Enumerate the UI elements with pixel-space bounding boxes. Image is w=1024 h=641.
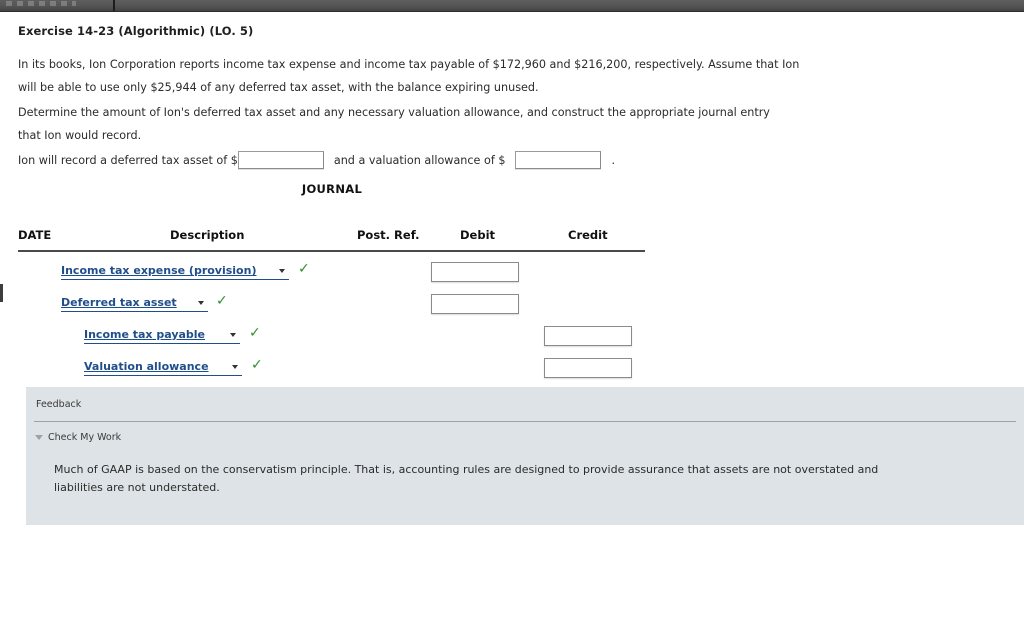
- page-title: Exercise 14-23 (Algorithmic) (LO. 5): [18, 24, 254, 38]
- answer-line-text-after: .: [611, 153, 615, 167]
- journal-heading: JOURNAL: [301, 182, 363, 196]
- column-header-debit: Debit: [460, 228, 496, 242]
- answer-line-text-before: Ion will record a deferred tax asset of …: [18, 153, 238, 167]
- debit-input-row-2[interactable]: [431, 294, 519, 314]
- feedback-panel: Feedback Check My Work Much of GAAP is b…: [26, 387, 1024, 525]
- account-select-wrapper: Income tax payable: [84, 328, 240, 344]
- validation-check-icon-row-3: ✓: [249, 325, 261, 341]
- triangle-down-icon: [35, 435, 43, 440]
- valuation-allowance-input[interactable]: [515, 151, 602, 169]
- check-my-work-toggle[interactable]: Check My Work: [35, 432, 121, 443]
- debit-input-row-1[interactable]: [431, 262, 519, 282]
- column-header-description: Description: [170, 228, 245, 242]
- validation-check-icon-row-4: ✓: [251, 357, 263, 373]
- table-row: Deferred tax asset ✓: [0, 292, 700, 324]
- deferred-tax-asset-input[interactable]: [237, 151, 324, 169]
- validation-check-icon-row-2: ✓: [216, 293, 228, 309]
- account-select-wrapper: Valuation allowance: [84, 360, 242, 376]
- column-header-post-ref: Post. Ref.: [357, 228, 420, 242]
- validation-check-icon-row-1: ✓: [298, 261, 310, 277]
- column-header-credit: Credit: [568, 228, 608, 242]
- problem-statement-paragraph-2: Determine the amount of Ion's deferred t…: [18, 106, 770, 142]
- table-row: Income tax expense (provision) ✓: [0, 260, 700, 292]
- answer-summary-line: Ion will record a deferred tax asset of …: [18, 151, 615, 169]
- column-header-date: DATE: [18, 228, 52, 242]
- journal-header-rule: [18, 250, 645, 252]
- account-select-row-1[interactable]: Income tax expense (provision): [61, 264, 289, 280]
- answer-line-text-middle: and a valuation allowance of $: [333, 153, 506, 167]
- problem-statement-paragraph-1: In its books, Ion Corporation reports in…: [18, 58, 800, 94]
- account-select-wrapper: Deferred tax asset: [61, 296, 208, 312]
- feedback-body-text: Much of GAAP is based on the conservatis…: [54, 463, 879, 494]
- question-page: Exercise 14-23 (Algorithmic) (LO. 5) In …: [0, 12, 1024, 641]
- table-row: Valuation allowance ✓: [0, 356, 700, 388]
- check-my-work-label: Check My Work: [48, 432, 122, 443]
- feedback-divider: [34, 421, 1016, 422]
- feedback-label: Feedback: [36, 399, 82, 410]
- credit-input-row-4[interactable]: [544, 358, 632, 378]
- account-select-wrapper: Income tax expense (provision): [61, 264, 289, 280]
- account-select-row-4[interactable]: Valuation allowance: [84, 360, 242, 376]
- credit-input-row-3[interactable]: [544, 326, 632, 346]
- table-row: Income tax payable ✓: [0, 324, 700, 356]
- browser-chrome-bar: [0, 0, 1024, 12]
- browser-tab-title-blur: [6, 1, 76, 6]
- account-select-row-3[interactable]: Income tax payable: [84, 328, 240, 344]
- account-select-row-2[interactable]: Deferred tax asset: [61, 296, 208, 312]
